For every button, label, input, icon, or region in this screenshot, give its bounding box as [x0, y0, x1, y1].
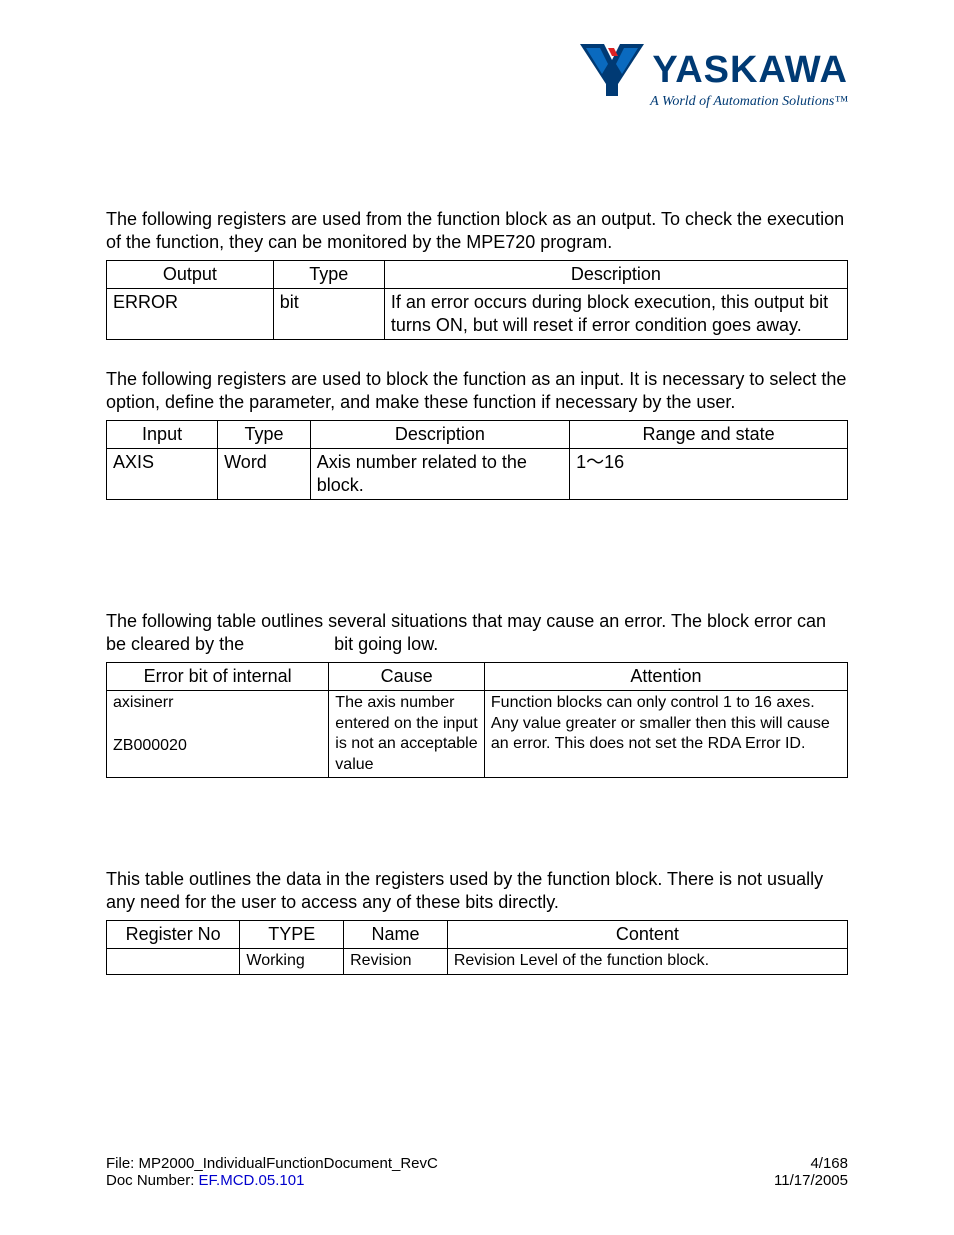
errorbit-reg: ZB000020 — [113, 736, 322, 756]
col-attention: Attention — [484, 663, 847, 691]
table-row: Working Revision Revision Level of the f… — [107, 949, 848, 974]
col-output: Output — [107, 261, 274, 289]
logo-block: YASKAWA A World of Automation Solutions™ — [578, 44, 848, 110]
section4-intro: This table outlines the data in the regi… — [106, 868, 848, 914]
footer-file-label: File: — [106, 1155, 139, 1172]
cell-errorbit: axisinerr ZB000020 — [107, 691, 329, 778]
cell-cause: The axis number entered on the input is … — [329, 691, 485, 778]
col-errorbit: Error bit of internal — [107, 663, 329, 691]
cell-description: If an error occurs during block executio… — [384, 289, 847, 340]
section2-intro: The following registers are used to bloc… — [106, 368, 848, 414]
table-header-row: Register No TYPE Name Content — [107, 921, 848, 949]
table-header-row: Output Type Description — [107, 261, 848, 289]
content-area: The following registers are used from th… — [106, 40, 848, 975]
section1-intro: The following registers are used from th… — [106, 208, 848, 254]
register-table: Register No TYPE Name Content Working Re… — [106, 920, 848, 975]
section3-intro-b: bit going low. — [334, 634, 438, 654]
cell-type: Working — [240, 949, 344, 974]
footer-date: 11/17/2005 — [774, 1172, 848, 1189]
col-description: Description — [384, 261, 847, 289]
cell-type: Word — [218, 449, 311, 500]
section3-intro: The following table outlines several sit… — [106, 610, 848, 656]
page-footer: File: MP2000_IndividualFunctionDocument_… — [106, 1155, 848, 1189]
cell-content: Revision Level of the function block. — [447, 949, 847, 974]
logo-tagline: A World of Automation Solutions™ — [578, 94, 848, 110]
col-content: Content — [447, 921, 847, 949]
section3-intro-a: The following table outlines several sit… — [106, 611, 826, 654]
col-type: TYPE — [240, 921, 344, 949]
col-cause: Cause — [329, 663, 485, 691]
error-table: Error bit of internal Cause Attention ax… — [106, 662, 848, 778]
output-table: Output Type Description ERROR bit If an … — [106, 260, 848, 340]
footer-docnum: Doc Number: EF.MCD.05.101 — [106, 1172, 304, 1189]
col-regno: Register No — [107, 921, 240, 949]
cell-input: AXIS — [107, 449, 218, 500]
cell-name: Revision — [344, 949, 448, 974]
cell-description: Axis number related to the block. — [310, 449, 569, 500]
table-header-row: Input Type Description Range and state — [107, 421, 848, 449]
col-type: Type — [273, 261, 384, 289]
yaskawa-logo-icon — [578, 44, 648, 96]
footer-file-value: MP2000_IndividualFunctionDocument_RevC — [139, 1155, 438, 1172]
table-row: ERROR bit If an error occurs during bloc… — [107, 289, 848, 340]
cell-range: 1～16 — [570, 449, 848, 500]
errorbit-name: axisinerr — [113, 694, 173, 711]
col-input: Input — [107, 421, 218, 449]
input-table: Input Type Description Range and state A… — [106, 420, 848, 500]
logo-name: YASKAWA — [652, 49, 848, 92]
cell-attention: Function blocks can only control 1 to 16… — [484, 691, 847, 778]
col-type: Type — [218, 421, 311, 449]
cell-output: ERROR — [107, 289, 274, 340]
logo-row: YASKAWA — [578, 44, 848, 96]
cell-type: bit — [273, 289, 384, 340]
footer-file: File: MP2000_IndividualFunctionDocument_… — [106, 1155, 438, 1172]
table-row: AXIS Word Axis number related to the blo… — [107, 449, 848, 500]
table-header-row: Error bit of internal Cause Attention — [107, 663, 848, 691]
table-row: axisinerr ZB000020 The axis number enter… — [107, 691, 848, 778]
cell-regno — [107, 949, 240, 974]
col-description: Description — [310, 421, 569, 449]
footer-docnum-value: EF.MCD.05.101 — [199, 1172, 305, 1189]
footer-docnum-label: Doc Number: — [106, 1172, 199, 1189]
footer-page: 4/168 — [810, 1155, 848, 1172]
col-range: Range and state — [570, 421, 848, 449]
document-page: YASKAWA A World of Automation Solutions™… — [0, 0, 954, 1235]
col-name: Name — [344, 921, 448, 949]
